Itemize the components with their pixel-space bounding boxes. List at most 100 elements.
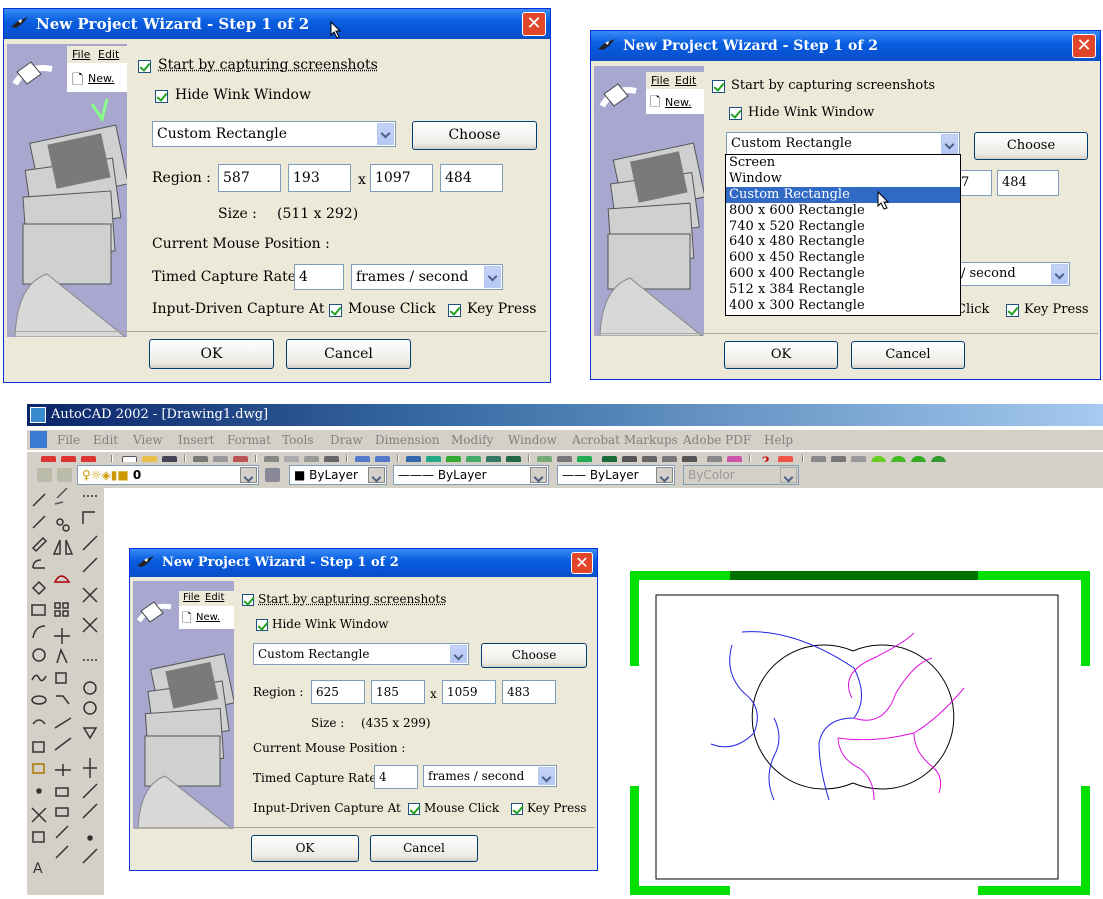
mouse-click-checkbox[interactable] — [408, 803, 420, 815]
capture-mode-select[interactable]: Custom Rectangle — [253, 643, 469, 665]
chevron-down-icon[interactable] — [1051, 264, 1068, 284]
dropdown-option[interactable]: Screen — [726, 155, 960, 171]
region-y2-input[interactable]: 484 — [997, 170, 1059, 196]
dropdown-option[interactable]: 740 x 520 Rectangle — [726, 219, 960, 235]
ok-button[interactable]: OK — [149, 339, 274, 369]
region-x2-input[interactable]: 1097 — [370, 164, 433, 192]
linetype-value: ByLayer — [437, 468, 487, 482]
menu-acrobat-markups[interactable]: Acrobat Markups — [572, 433, 678, 447]
color-select[interactable]: ■ ByLayer — [289, 465, 387, 485]
choose-button[interactable]: Choose — [481, 643, 587, 668]
rate-unit-select[interactable]: frames / second — [423, 765, 557, 787]
make-current-layer-icon[interactable] — [265, 468, 280, 482]
dropdown-option[interactable]: 640 x 480 Rectangle — [726, 234, 960, 250]
color-value: ByLayer — [309, 468, 358, 482]
dropdown-option-selected[interactable]: Custom Rectangle — [726, 186, 960, 203]
title-bar[interactable]: New Project Wizard - Step 1 of 2 ✕ — [591, 31, 1100, 61]
menu-dimension[interactable]: Dimension — [375, 433, 440, 447]
lineweight-select[interactable]: —— ByLayer — [557, 465, 675, 485]
ok-button[interactable]: OK — [251, 835, 359, 862]
menu-format[interactable]: Format — [227, 433, 271, 447]
chevron-down-icon[interactable] — [240, 467, 257, 483]
title-bar[interactable]: New Project Wizard - Step 1 of 2 ✕ — [4, 9, 550, 39]
menu-window[interactable]: Window — [508, 433, 557, 447]
screenshot-stack-graphic — [599, 83, 704, 336]
autocad-app-icon — [30, 407, 46, 423]
rate-unit-select[interactable]: / second — [956, 262, 1070, 286]
draw-modify-toolbars: A — [27, 487, 104, 895]
dropdown-option[interactable]: 400 x 300 Rectangle — [726, 298, 960, 314]
region-y2-input[interactable]: 484 — [440, 164, 503, 192]
menu-edit[interactable]: Edit — [93, 433, 118, 447]
hide-wink-checkbox[interactable] — [155, 90, 168, 103]
choose-button[interactable]: Choose — [974, 132, 1088, 160]
start-capture-checkbox[interactable] — [242, 594, 254, 606]
close-button[interactable]: ✕ — [522, 12, 546, 36]
plotstyle-value: ByColor — [688, 468, 735, 482]
drawing-canvas[interactable] — [614, 568, 1103, 895]
cancel-button[interactable]: Cancel — [286, 339, 411, 369]
region-x1-input[interactable]: 625 — [311, 680, 365, 704]
mouse-click-checkbox[interactable] — [329, 304, 342, 317]
menu-adobe-pdf[interactable]: Adobe PDF — [683, 433, 751, 447]
button-separator — [594, 333, 1098, 334]
cancel-button[interactable]: Cancel — [370, 835, 478, 862]
close-button[interactable]: ✕ — [571, 552, 593, 574]
dropdown-option[interactable]: 600 x 400 Rectangle — [726, 266, 960, 282]
key-press-checkbox[interactable] — [1006, 304, 1019, 317]
capture-mode-select[interactable]: Custom Rectangle — [726, 132, 960, 156]
key-press-checkbox[interactable] — [511, 803, 523, 815]
region-x2-input[interactable]: 1059 — [442, 680, 496, 704]
start-capture-label: Start by capturing screenshots — [158, 57, 378, 73]
start-capture-checkbox[interactable] — [138, 60, 151, 73]
layer-value: 0 — [132, 468, 142, 482]
menu-draw[interactable]: Draw — [330, 433, 363, 447]
autocad-title-bar[interactable]: AutoCAD 2002 - [Drawing1.dwg] — [27, 404, 1103, 426]
choose-button[interactable]: Choose — [412, 121, 537, 150]
region-x2-input[interactable]: 7 — [956, 170, 992, 196]
capture-mode-select[interactable]: Custom Rectangle — [152, 121, 396, 147]
chevron-down-icon[interactable] — [450, 645, 467, 663]
menu-help[interactable]: Help — [764, 433, 793, 447]
region-y1-input[interactable]: 193 — [288, 164, 351, 192]
plotstyle-select[interactable]: ByColor — [683, 465, 799, 485]
key-press-checkbox[interactable] — [448, 304, 461, 317]
ok-button[interactable]: OK — [724, 341, 838, 369]
hide-wink-checkbox[interactable] — [729, 107, 742, 120]
chevron-down-icon[interactable] — [530, 467, 547, 483]
dropdown-option[interactable]: Window — [726, 171, 960, 187]
dropdown-option[interactable]: 600 x 450 Rectangle — [726, 250, 960, 266]
draw-toolbar-icons: A — [31, 487, 98, 877]
mouse-click-label: Mouse Click — [424, 801, 500, 815]
layer-select[interactable]: ♀☼◈▮■ 0 — [77, 465, 259, 485]
chevron-down-icon[interactable] — [484, 266, 501, 288]
region-x1-input[interactable]: 587 — [218, 164, 281, 192]
dialog-title: New Project Wizard - Step 1 of 2 — [36, 15, 310, 33]
hide-wink-checkbox[interactable] — [256, 619, 268, 631]
title-bar[interactable]: New Project Wizard - Step 1 of 2 ✕ — [130, 549, 597, 577]
rate-input[interactable]: 4 — [374, 765, 418, 789]
start-capture-checkbox[interactable] — [712, 80, 725, 93]
chevron-down-icon[interactable] — [941, 134, 958, 154]
rate-unit-select[interactable]: frames / second — [351, 264, 503, 290]
chevron-down-icon[interactable] — [377, 123, 394, 145]
chevron-down-icon[interactable] — [538, 767, 555, 785]
region-y1-input[interactable]: 185 — [371, 680, 425, 704]
menu-view[interactable]: View — [133, 433, 163, 447]
layer-icon[interactable] — [37, 468, 52, 482]
chevron-down-icon[interactable] — [656, 467, 673, 483]
dropdown-option[interactable]: 512 x 384 Rectangle — [726, 282, 960, 298]
menu-tools[interactable]: Tools — [282, 433, 314, 447]
linetype-select[interactable]: ——— ByLayer — [393, 465, 549, 485]
menu-modify[interactable]: Modify — [451, 433, 493, 447]
rate-input[interactable]: 4 — [294, 264, 344, 290]
close-button[interactable]: ✕ — [1072, 34, 1096, 58]
menu-insert[interactable]: Insert — [178, 433, 214, 447]
menu-file[interactable]: File — [57, 433, 80, 447]
layer-icon[interactable] — [57, 468, 72, 482]
chevron-down-icon[interactable] — [780, 467, 797, 483]
dropdown-option[interactable]: 800 x 600 Rectangle — [726, 203, 960, 219]
chevron-down-icon[interactable] — [368, 467, 385, 483]
region-y2-input[interactable]: 483 — [502, 680, 556, 704]
cancel-button[interactable]: Cancel — [851, 341, 965, 369]
